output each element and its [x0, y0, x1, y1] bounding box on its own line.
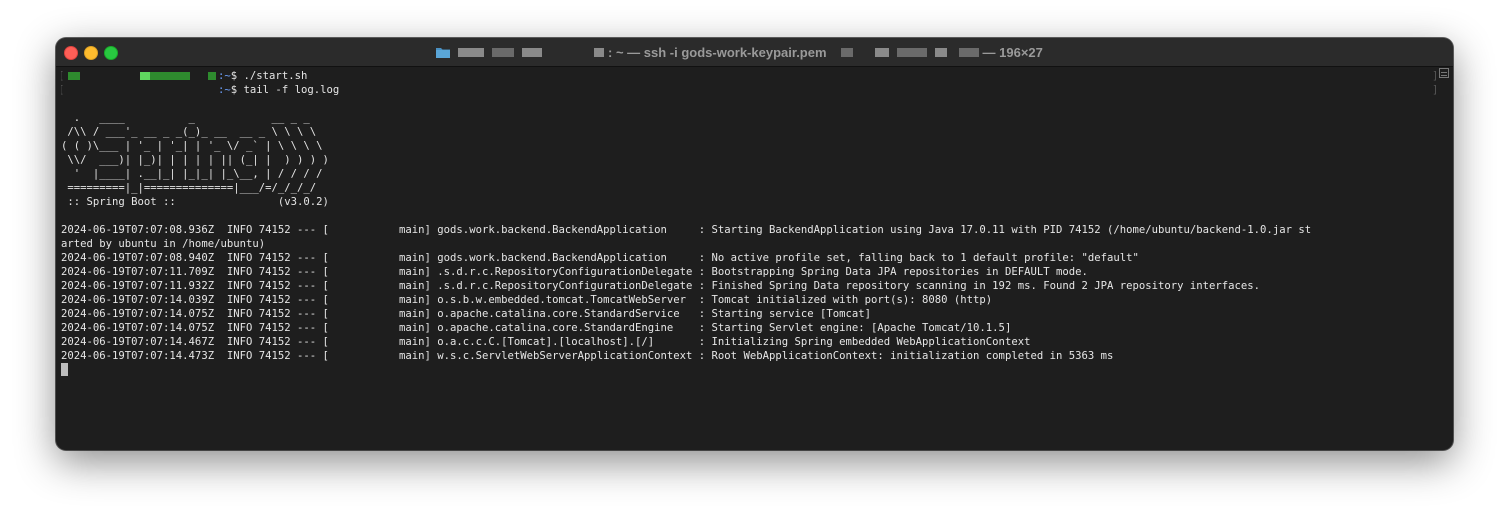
close-button[interactable] [64, 46, 78, 60]
log-line: 2024-06-19T07:07:14.039Z INFO 74152 --- … [61, 294, 993, 306]
title-bar[interactable]: : ~ — ssh -i gods-work-keypair.pem — 196… [56, 38, 1453, 67]
window-size-label: — 196×27 [982, 44, 1043, 60]
redacted-host [208, 72, 216, 80]
log-line: 2024-06-19T07:07:14.075Z INFO 74152 --- … [61, 308, 872, 320]
redacted-text [934, 47, 947, 57]
prompt-line: [:~$ tail -f log.log] [61, 84, 1436, 96]
log-line: 2024-06-19T07:07:11.932Z INFO 74152 --- … [61, 280, 1261, 292]
redacted-text [522, 47, 542, 57]
terminal-cursor [61, 363, 68, 376]
redacted-text [958, 47, 979, 57]
banner-line: /\\ / ___'_ __ _ _(_)_ __ __ _ \ \ \ \ [61, 126, 317, 138]
zoom-button[interactable] [104, 46, 118, 60]
terminal-output[interactable]: [:~$ ./start.sh] [:~$ tail -f log.log] .… [61, 69, 1436, 439]
prompt-line: [:~$ ./start.sh] [61, 69, 1436, 83]
redacted-text [896, 47, 927, 57]
minimize-button[interactable] [84, 46, 98, 60]
banner-line: =========|_|==============|___/=/_/_/_/ [61, 182, 317, 194]
window-title-text: : ~ — ssh -i gods-work-keypair.pem [608, 44, 827, 60]
log-line: 2024-06-19T07:07:14.075Z INFO 74152 --- … [61, 322, 1012, 334]
log-line: arted by ubuntu in /home/ubuntu) [61, 238, 266, 250]
log-line: 2024-06-19T07:07:11.709Z INFO 74152 --- … [61, 266, 1088, 278]
log-line: 2024-06-19T07:07:14.473Z INFO 74152 --- … [61, 350, 1114, 362]
command-text: tail -f log.log [243, 84, 340, 96]
redacted-host [140, 72, 150, 80]
banner-line: :: Spring Boot :: (v3.0.2) [61, 196, 329, 208]
redacted-text [458, 47, 484, 57]
command-text: ./start.sh [243, 70, 308, 82]
log-line: 2024-06-19T07:07:08.940Z INFO 74152 --- … [61, 252, 1139, 264]
banner-line: . ____ _ __ _ _ [61, 112, 310, 124]
redacted-text [594, 47, 604, 57]
redacted-text [492, 47, 514, 57]
redacted-text [840, 47, 853, 57]
scroll-marker-icon[interactable] [1439, 68, 1449, 78]
banner-line: \\/ ___)| |_)| | | | | || (_| | ) ) ) ) [61, 154, 329, 166]
banner-line: ( ( )\___ | '_ | '_| | '_ \/ _` | \ \ \ … [61, 140, 323, 152]
log-line: 2024-06-19T07:07:08.936Z INFO 74152 --- … [61, 224, 1312, 236]
redacted-host [68, 72, 80, 80]
redacted-text [874, 47, 889, 57]
banner-line: ' |____| .__|_| |_|_| |_\__, | / / / / [61, 168, 323, 180]
prompt-host [61, 69, 218, 83]
redacted-host [150, 72, 190, 80]
terminal-window: : ~ — ssh -i gods-work-keypair.pem — 196… [56, 38, 1453, 450]
folder-icon [436, 48, 450, 58]
window-title: : ~ — ssh -i gods-work-keypair.pem — 196… [436, 44, 1043, 60]
log-line: 2024-06-19T07:07:14.467Z INFO 74152 --- … [61, 336, 1031, 348]
